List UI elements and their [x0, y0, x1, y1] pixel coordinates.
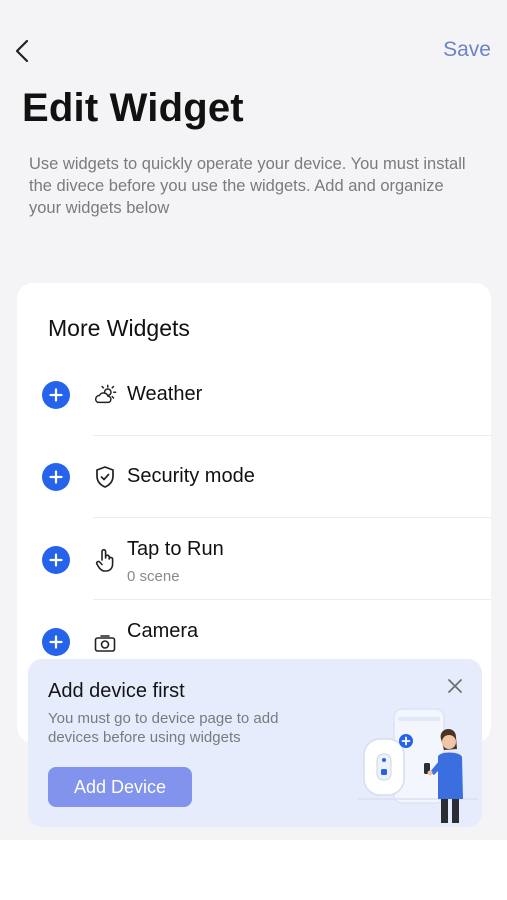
- plus-icon: [49, 470, 63, 484]
- add-device-button[interactable]: Add Device: [48, 767, 192, 807]
- widget-row-tap-to-run: Tap to Run 0 scene: [17, 518, 491, 600]
- person-with-phone-illustration: [358, 708, 478, 823]
- tap-hand-icon: [93, 548, 117, 572]
- widget-name: Weather: [127, 383, 203, 405]
- close-button[interactable]: [444, 675, 466, 697]
- page-title: Edit Widget: [22, 86, 244, 130]
- weather-icon: [93, 383, 117, 407]
- widget-name: Camera: [127, 620, 199, 642]
- edit-widget-screen: Save Edit Widget Use widgets to quickly …: [0, 0, 507, 840]
- save-button[interactable]: Save: [443, 38, 491, 62]
- close-icon: [448, 679, 462, 693]
- back-button[interactable]: [10, 36, 34, 66]
- chevron-left-icon: [15, 39, 29, 63]
- widget-row-security-mode: Security mode: [17, 436, 491, 518]
- add-widget-button[interactable]: [42, 628, 70, 656]
- banner-description: You must go to device page to add device…: [48, 710, 279, 746]
- add-device-banner: Add device first You must go to device p…: [28, 659, 482, 827]
- banner-title: Add device first: [48, 680, 185, 702]
- plus-icon: [49, 388, 63, 402]
- widget-name: Security mode: [127, 465, 255, 487]
- add-widget-button[interactable]: [42, 546, 70, 574]
- page-description: Use widgets to quickly operate your devi…: [29, 155, 466, 217]
- add-widget-button[interactable]: [42, 381, 70, 409]
- widget-row-weather: Weather: [17, 354, 491, 436]
- plus-icon: [49, 635, 63, 649]
- add-widget-button[interactable]: [42, 463, 70, 491]
- plus-icon: [49, 553, 63, 567]
- more-widgets-title: More Widgets: [48, 315, 190, 341]
- camera-icon: [93, 630, 117, 654]
- widget-name: Tap to Run: [127, 538, 224, 560]
- widget-subtitle: 0 scene: [127, 568, 180, 585]
- shield-check-icon: [93, 465, 117, 489]
